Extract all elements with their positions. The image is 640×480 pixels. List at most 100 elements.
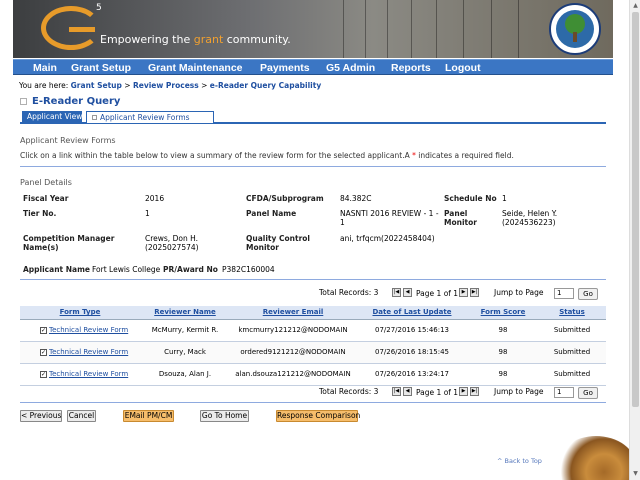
panel-name-value-1: NASNTI 2016 REVIEW - 1 - [340,209,439,218]
panel-monitor-value-2: (2024536223) [502,218,556,227]
row-checkbox[interactable]: ✓ [40,348,47,356]
first-page-button[interactable]: |◀ [392,387,401,396]
table-row: ✓ Technical Review Form Dsouza, Alan J. a… [20,363,606,386]
tab-bar: Applicant View Applicant Review Forms [20,111,606,124]
panel-monitor-label-2: Monitor [444,218,477,227]
tab-applicant-review-forms-label: Applicant Review Forms [100,113,190,122]
table-row: ✓ Technical Review Form Curry, Mack order… [20,341,606,364]
breadcrumb-sep: > [198,81,210,90]
go-button[interactable]: Go [578,288,598,300]
scroll-down-icon[interactable]: ▼ [631,469,640,479]
qc-monitor-value: ani, trfqcm(2022458404) [340,234,435,243]
divider [20,402,606,403]
col-form-score[interactable]: Form Score [468,306,538,320]
breadcrumb-review-process[interactable]: Review Process [133,81,199,90]
competition-manager-value-2: (2025027574) [145,243,199,252]
status-cell: Submitted [538,319,606,342]
col-form-type[interactable]: Form Type [20,306,140,320]
scroll-thumb[interactable] [632,12,639,407]
tab-applicant-review-forms[interactable]: Applicant Review Forms [86,111,214,123]
competition-manager-label-2: Name(s) [23,243,59,252]
col-date-last-update[interactable]: Date of Last Update [356,306,468,320]
technical-review-form-link[interactable]: Technical Review Form [49,348,128,356]
next-page-button[interactable]: ▶ [459,288,468,297]
scroll-up-icon[interactable]: ▲ [631,1,640,11]
instructions: Click on a link within the table below t… [20,151,514,160]
date-cell: 07/26/2016 18:15:45 [356,341,468,364]
date-cell: 07/26/2016 13:24:17 [356,363,468,386]
next-page-button[interactable]: ▶ [459,387,468,396]
last-page-button[interactable]: ▶| [470,387,479,396]
total-records: Total Records: 3 [319,387,379,396]
response-comparison-button[interactable]: Response Comparison [276,410,360,422]
bookshelf-decor [436,0,443,58]
prev-page-button[interactable]: ◀ [403,387,412,396]
bookshelf-decor [411,0,418,58]
nav-payments[interactable]: Payments [260,61,310,75]
col-reviewer-name[interactable]: Reviewer Name [140,306,230,320]
form-type-cell: ✓ Technical Review Form [20,363,140,386]
schedule-label: Schedule No [444,194,497,203]
panel-name-value-2: 1 [340,218,345,227]
nav-grant-maintenance[interactable]: Grant Maintenance [148,61,243,75]
nav-logout[interactable]: Logout [445,61,481,75]
go-to-home-button[interactable]: Go To Home [200,410,249,422]
tagline-accent: grant [193,33,224,46]
row-checkbox[interactable]: ✓ [40,326,47,334]
total-records: Total Records: 3 [319,288,379,297]
prev-page-button[interactable]: ◀ [403,288,412,297]
nav-main[interactable]: Main [33,61,57,75]
jump-to-page-label: Jump to Page [494,288,544,297]
cfda-value: 84.382C [340,194,372,203]
status-cell: Submitted [538,363,606,386]
jump-to-page-input[interactable]: 1 [554,387,574,398]
panel-details-heading: Panel Details [20,178,72,187]
seal-tree-icon [565,14,585,34]
nav-g5-admin[interactable]: G5 Admin [326,61,375,75]
col-reviewer-email[interactable]: Reviewer Email [230,306,356,320]
score-cell: 98 [468,363,538,386]
nav-reports[interactable]: Reports [391,61,431,75]
cfda-label: CFDA/Subprogram [246,194,324,203]
last-page-button[interactable]: ▶| [470,288,479,297]
applicant-name-label: Applicant Name [23,265,90,274]
row-checkbox[interactable]: ✓ [40,370,47,378]
panel-name-label: Panel Name [246,209,297,218]
email-pm-cm-button[interactable]: EMail PM/CM [123,410,174,422]
back-to-top-link[interactable]: ^ Back to Top [497,457,542,465]
bookshelf-decor [463,0,470,58]
technical-review-form-link[interactable]: Technical Review Form [49,326,128,334]
divider [20,279,606,280]
cancel-button[interactable]: Cancel [67,410,96,422]
table-header-row: Form Type Reviewer Name Reviewer Email D… [20,306,606,320]
g5-logo-superscript: 5 [96,3,102,13]
breadcrumb-grant-setup[interactable]: Grant Setup [71,81,122,90]
breadcrumb-ereader[interactable]: e-Reader Query Capability [210,81,321,90]
bookshelf-decor [518,0,525,58]
col-status[interactable]: Status [538,306,606,320]
reviewer-email-cell: alan.dsouza121212@NODOMAIN [230,363,356,386]
breadcrumb-sep: > [121,81,133,90]
header-banner: 5 Empowering the grant community. [13,0,613,58]
status-cell: Submitted [538,341,606,364]
vertical-scrollbar[interactable]: ▲ ▼ [629,0,640,480]
tab-applicant-view[interactable]: Applicant View [22,111,82,123]
bookshelf-decor [343,0,350,58]
form-type-cell: ✓ Technical Review Form [20,341,140,364]
page-title-icon [20,98,27,105]
date-cell: 07/27/2016 15:46:13 [356,319,468,342]
fiscal-year-value: 2016 [145,194,165,203]
page-title: E-Reader Query [32,96,121,107]
reviewer-name-cell: McMurry, Kermit R. [140,319,230,342]
page-indicator: Page 1 of 1 [416,388,459,397]
first-page-button[interactable]: |◀ [392,288,401,297]
table-row: ✓ Technical Review Form McMurry, Kermit R… [20,319,606,342]
go-button[interactable]: Go [578,387,598,399]
previous-button[interactable]: < Previous [20,410,62,422]
jump-to-page-input[interactable]: 1 [554,288,574,299]
nav-grant-setup[interactable]: Grant Setup [71,61,131,75]
technical-review-form-link[interactable]: Technical Review Form [49,370,128,378]
seal-trunk [573,32,577,42]
form-type-cell: ✓ Technical Review Form [20,319,140,342]
page-indicator: Page 1 of 1 [416,289,459,298]
